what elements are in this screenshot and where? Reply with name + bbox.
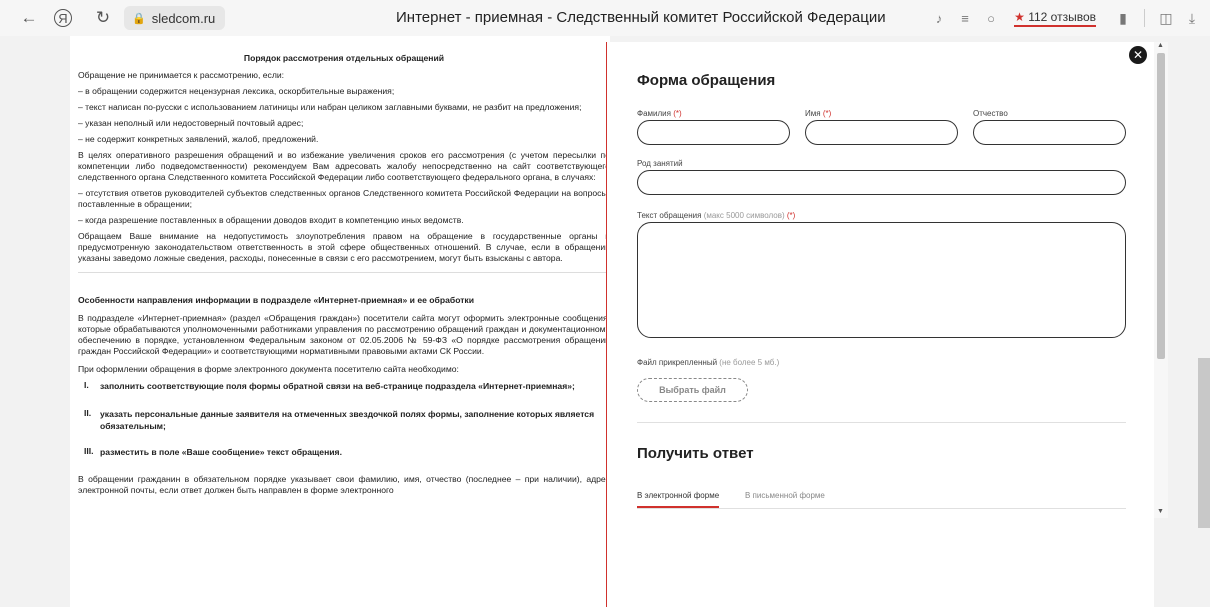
list-item: III. разместить в поле «Ваше сообщение» …: [78, 446, 610, 458]
article-paragraph: В подразделе «Интернет-приемная» (раздел…: [78, 313, 610, 356]
address-bar[interactable]: 🔒 sledcom.ru: [124, 6, 226, 30]
section-title-review-order: Порядок рассмотрения отдельных обращений: [243, 53, 445, 63]
article-paragraph: Обращение не принимается к рассмотрению,…: [78, 70, 285, 80]
file-hint: (не более 5 мб.): [719, 358, 780, 367]
article-paragraph: – текст написан по-русски с использовани…: [78, 102, 582, 112]
name-field[interactable]: [805, 120, 958, 145]
article-paragraph: – не содержит конкретных заявлений, жало…: [78, 134, 319, 144]
page-scrollbar-thumb[interactable]: [1198, 358, 1210, 528]
reload-icon[interactable]: ↻: [92, 7, 114, 29]
download-icon[interactable]: ⤓: [1182, 7, 1202, 29]
step-text: разместить в поле «Ваше сообщение» текст…: [100, 447, 342, 457]
name-label: Имя (*): [805, 109, 831, 118]
list-item: II. указать персональные данные заявител…: [78, 408, 610, 432]
page-title: Интернет - приемная - Следственный комит…: [396, 9, 886, 26]
reviews-link[interactable]: ★ 112 отзывов: [1014, 10, 1096, 27]
required-mark: (*): [822, 109, 832, 118]
scroll-down-arrow-icon[interactable]: ▼: [1157, 508, 1164, 515]
article-paragraph: – когда разрешение поставленных в обраще…: [78, 215, 464, 225]
article-paragraph: В обращении гражданин в обязательном пор…: [78, 474, 610, 495]
step-text: заполнить соответствующие поля формы обр…: [100, 381, 575, 391]
steps-list: I. заполнить соответствующие поля формы …: [78, 380, 610, 458]
step-text: указать персональные данные заявителя на…: [100, 409, 595, 431]
section-title-internet-reception: Особенности направления информации в под…: [78, 295, 475, 305]
article-paragraph: – указан неполный или недостоверный почт…: [78, 118, 304, 128]
step-number: I.: [84, 380, 89, 390]
reader-icon[interactable]: ≡: [955, 7, 975, 29]
choose-file-button[interactable]: Выбрать файл: [637, 378, 748, 402]
address-domain: sledcom.ru: [151, 10, 216, 26]
toolbar-separator: [1144, 9, 1145, 27]
lock-icon: 🔒: [132, 12, 146, 25]
section-divider: [78, 272, 610, 273]
article-paragraph: В целях оперативного разрешения обращени…: [78, 150, 610, 182]
tabs-underline: [637, 508, 1126, 509]
surname-field[interactable]: [637, 120, 790, 145]
reviews-label: 112 отзывов: [1028, 9, 1096, 24]
back-arrow-icon[interactable]: ←: [18, 7, 40, 29]
appeal-form-modal: ✕ Форма обращения Фамилия (*) Имя (*) От…: [606, 42, 1154, 607]
browser-right-controls: ♪ ≡ ○ ★ 112 отзывов ▮ ◫ ⤓: [926, 0, 1210, 36]
close-icon[interactable]: ✕: [1129, 46, 1147, 64]
message-label: Текст обращения (макс 5000 символов) (*): [637, 211, 795, 220]
file-label-text: Файл прикрепленный: [637, 358, 718, 367]
required-mark: (*): [673, 109, 682, 118]
step-number: II.: [84, 408, 92, 418]
message-label-text: Текст обращения: [637, 211, 702, 220]
message-textarea[interactable]: [637, 222, 1126, 338]
extensions-icon[interactable]: ◫: [1156, 7, 1176, 29]
yandex-logo-icon[interactable]: Я: [54, 9, 72, 27]
patronymic-field[interactable]: [973, 120, 1126, 145]
tab-paper[interactable]: В письменной форме: [745, 491, 825, 500]
chat-icon[interactable]: ○: [981, 7, 1001, 29]
star-icon: ★: [1014, 9, 1025, 24]
name-label-text: Имя: [805, 109, 821, 118]
modal-scrollbar-thumb[interactable]: [1157, 53, 1165, 359]
list-item: I. заполнить соответствующие поля формы …: [78, 380, 610, 392]
article-paragraph: Обращаем Ваше внимание на недопустимость…: [78, 231, 610, 263]
headphones-icon[interactable]: ♪: [929, 7, 949, 29]
form-title: Форма обращения: [637, 72, 776, 89]
article-paragraph: При оформлении обращения в форме электро…: [78, 364, 459, 374]
message-hint: (макс 5000 символов): [703, 211, 785, 220]
step-number: III.: [84, 446, 94, 456]
scroll-up-arrow-icon[interactable]: ▲: [1157, 42, 1164, 49]
browser-toolbar: ← Я ↻ 🔒 sledcom.ru Интернет - приемная -…: [0, 0, 1210, 36]
article-paragraph: – отсутствия ответов руководителей субъе…: [78, 188, 610, 209]
occupation-field[interactable]: [637, 170, 1126, 195]
tab-electronic[interactable]: В электронной форме: [637, 491, 720, 508]
required-mark: (*): [786, 211, 796, 220]
bookmark-icon[interactable]: ▮: [1113, 7, 1133, 29]
patronymic-label: Отчество: [973, 109, 1008, 118]
article-paragraph: – в обращении содержится нецензурная лек…: [78, 86, 395, 96]
surname-label-text: Фамилия: [637, 109, 671, 118]
file-label: Файл прикрепленный (не более 5 мб.): [637, 358, 779, 367]
form-divider: [637, 422, 1126, 423]
article-content: Порядок рассмотрения отдельных обращений…: [70, 36, 610, 607]
answer-section-title: Получить ответ: [637, 445, 754, 462]
occupation-label: Род занятий: [637, 159, 683, 168]
surname-label: Фамилия (*): [637, 109, 682, 118]
